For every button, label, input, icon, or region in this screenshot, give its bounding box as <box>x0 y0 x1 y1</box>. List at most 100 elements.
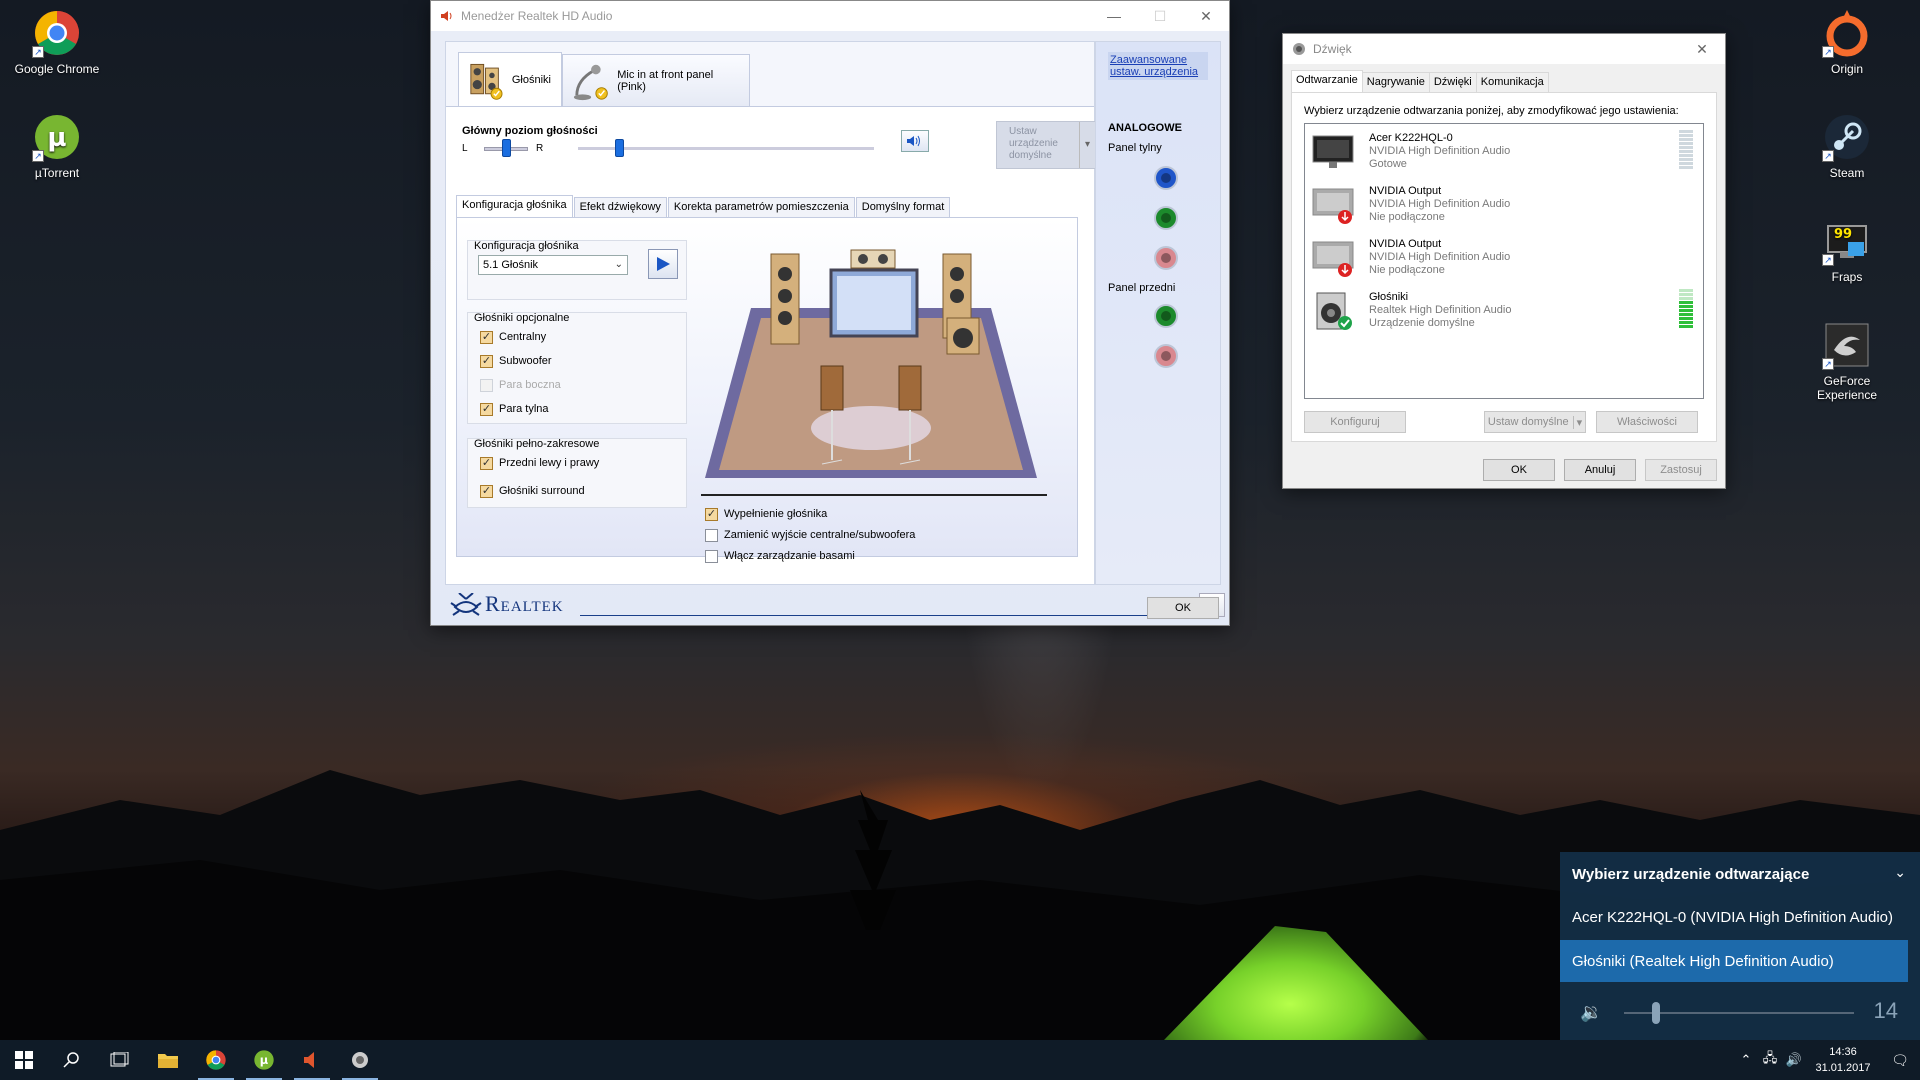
playback-device-list: Acer K222HQL-0 NVIDIA High Definition Au… <box>1304 123 1704 399</box>
checkbox-para-tylna[interactable]: ✓ Para tylna <box>480 401 549 417</box>
device-name: Głośniki <box>1369 291 1409 303</box>
speaker-default-icon <box>1316 292 1352 330</box>
flyout-item-glosniki[interactable]: Głośniki (Realtek High Definition Audio) <box>1560 940 1908 982</box>
speaker-volume-icon[interactable]: 🔉 <box>1580 1002 1602 1023</box>
microphone-device-icon <box>573 64 608 100</box>
maximize-button[interactable]: ☐ <box>1137 1 1183 31</box>
task-view-button[interactable] <box>96 1040 144 1080</box>
taskbar-realtek[interactable] <box>288 1040 336 1080</box>
start-button[interactable] <box>0 1040 48 1080</box>
desktop-icon-origin[interactable]: ↗ Origin <box>1802 8 1892 76</box>
desktop-icon-steam[interactable]: ↗ Steam <box>1802 112 1892 180</box>
rear-jack-green[interactable] <box>1154 206 1178 230</box>
checkbox-surround[interactable]: ✓ Głośniki surround <box>480 483 585 499</box>
flyout-volume-slider[interactable] <box>1652 1002 1661 1024</box>
optional-speakers-group: Głośniki opcjonalne ✓ Centralny ✓ Subwoofe… <box>467 312 687 424</box>
volume-slider[interactable] <box>615 139 625 157</box>
rear-jack-pink[interactable] <box>1154 246 1178 270</box>
speaker-subtabs: Konfiguracja głośnika Efekt dźwiękowy Ko… <box>456 195 951 217</box>
realtek-ok-button[interactable]: OK <box>1147 597 1219 619</box>
tab-default-format[interactable]: Domyślny format <box>855 197 951 217</box>
speaker-room-illustration[interactable] <box>701 238 1041 486</box>
playback-device-flyout: Wybierz urządzenie odtwarzające ⌄ Acer K… <box>1560 852 1920 1040</box>
volume-title: Główny poziom głośności <box>462 125 598 137</box>
device-status: Gotowe <box>1369 158 1407 170</box>
flyout-item-acer[interactable]: Acer K222HQL-0 (NVIDIA High Definition A… <box>1560 896 1908 938</box>
device-item-acer[interactable]: Acer K222HQL-0 NVIDIA High Definition Au… <box>1309 128 1701 180</box>
geforce-icon: ↗ <box>1822 320 1872 370</box>
properties-button[interactable]: Właściwości <box>1596 411 1698 433</box>
balance-slider[interactable] <box>502 139 511 157</box>
close-button[interactable]: ✕ <box>1679 34 1725 64</box>
checkbox-swap-center-sub[interactable]: Zamienić wyjście centralne/subwoofera <box>705 527 915 543</box>
desktop-icon-chrome[interactable]: ↗ Google Chrome <box>12 8 102 76</box>
checkbox-para-boczna[interactable]: Para boczna <box>480 377 561 393</box>
checkbox-bass-management[interactable]: Włącz zarządzanie basami <box>705 548 855 564</box>
chevron-up-icon[interactable]: ⌃ <box>1734 1052 1758 1068</box>
speaker-config-select[interactable]: 5.1 Głośnik ⌄ <box>478 255 628 275</box>
checkbox-box <box>480 378 493 392</box>
rear-jack-blue[interactable] <box>1154 166 1178 190</box>
device-item-nvidia-1[interactable]: NVIDIA Output NVIDIA High Definition Aud… <box>1309 181 1701 233</box>
network-icon[interactable]: 🖧 <box>1758 1049 1782 1071</box>
group-title: Głośniki pełno-zakresowe <box>474 438 600 450</box>
taskbar-explorer[interactable] <box>144 1040 192 1080</box>
clock[interactable]: 14:36 31.01.2017 <box>1806 1044 1880 1076</box>
dropdown-arrow-icon: ▾ <box>1079 122 1095 168</box>
tab-mic-front[interactable]: Mic in at front panel (Pink) <box>562 54 750 106</box>
desktop-icon-geforce[interactable]: ↗ GeForce Experience <box>1802 320 1892 402</box>
set-default-button[interactable]: Ustaw domyślne ▾ <box>1484 411 1586 433</box>
checkbox-label: Głośniki surround <box>499 485 585 497</box>
tab-speaker-config[interactable]: Konfiguracja głośnika <box>456 195 573 217</box>
origin-icon: ↗ <box>1822 8 1872 58</box>
taskbar-chrome[interactable] <box>192 1040 240 1080</box>
set-default-device-button[interactable]: Ustaw urządzenie domyślne ▾ <box>996 121 1096 169</box>
sound-cancel-button[interactable]: Anuluj <box>1564 459 1636 481</box>
tab-recording[interactable]: Nagrywanie <box>1361 72 1430 92</box>
sound-apply-button[interactable]: Zastosuj <box>1645 459 1717 481</box>
rear-panel-label: Panel tylny <box>1108 142 1162 154</box>
checkbox-box: ✓ <box>705 507 718 521</box>
tab-sound-effect[interactable]: Efekt dźwiękowy <box>573 197 667 217</box>
desktop-icon-fraps[interactable]: 99 ↗ Fraps <box>1802 216 1892 284</box>
mute-button[interactable] <box>901 130 929 152</box>
front-panel-label: Panel przedni <box>1108 282 1176 294</box>
chrome-icon <box>206 1050 226 1070</box>
configure-button[interactable]: Konfiguruj <box>1304 411 1406 433</box>
device-item-glosniki[interactable]: Głośniki Realtek High Definition Audio U… <box>1309 287 1701 339</box>
volume-level-meter <box>1679 289 1693 331</box>
taskbar-sound[interactable] <box>336 1040 384 1080</box>
close-button[interactable]: ✕ <box>1183 1 1229 31</box>
sound-window: Dźwięk ✕ Odtwarzanie Nagrywanie Dźwięki … <box>1282 33 1726 489</box>
sound-ok-button[interactable]: OK <box>1483 459 1555 481</box>
checkbox-label: Włącz zarządzanie basami <box>724 550 855 562</box>
tab-glosniki[interactable]: Głośniki <box>458 52 562 106</box>
realtek-titlebar[interactable]: Menedżer Realtek HD Audio — ☐ ✕ <box>431 1 1229 31</box>
checkbox-centralny[interactable]: ✓ Centralny <box>480 329 546 345</box>
device-driver: NVIDIA High Definition Audio <box>1369 251 1511 263</box>
tab-playback[interactable]: Odtwarzanie <box>1291 70 1363 92</box>
sound-tabs: Odtwarzanie Nagrywanie Dźwięki Komunikac… <box>1291 70 1549 92</box>
realtek-window: Menedżer Realtek HD Audio — ☐ ✕ Głośniki… <box>430 0 1230 626</box>
tab-sounds[interactable]: Dźwięki <box>1428 72 1477 92</box>
play-test-button[interactable] <box>648 249 678 279</box>
action-center-icon[interactable]: 🗨 <box>1880 1052 1920 1069</box>
front-jack-pink[interactable] <box>1154 344 1178 368</box>
taskbar-utorrent[interactable]: µ <box>240 1040 288 1080</box>
search-button[interactable] <box>48 1040 96 1080</box>
volume-icon[interactable]: 🔊 <box>1782 1052 1806 1068</box>
advanced-settings-link[interactable]: Zaawansowane ustaw. urządzenia <box>1108 52 1208 80</box>
checkbox-speaker-fill[interactable]: ✓ Wypełnienie głośnika <box>705 506 827 522</box>
chevron-down-icon[interactable]: ⌄ <box>1894 864 1906 881</box>
checkbox-front-lr[interactable]: ✓ Przedni lewy i prawy <box>480 455 599 471</box>
tab-room-correction[interactable]: Korekta parametrów pomieszczenia <box>667 197 855 217</box>
minimize-button[interactable]: — <box>1091 1 1137 31</box>
checkbox-subwoofer[interactable]: ✓ Subwoofer <box>480 353 552 369</box>
tab-communication[interactable]: Komunikacja <box>1475 72 1549 92</box>
desktop-icon-utorrent[interactable]: µ ↗ µTorrent <box>12 112 102 180</box>
steam-icon: ↗ <box>1822 112 1872 162</box>
front-jack-green[interactable] <box>1154 304 1178 328</box>
device-name: NVIDIA Output <box>1369 185 1442 197</box>
sound-titlebar[interactable]: Dźwięk ✕ <box>1283 34 1725 64</box>
device-item-nvidia-2[interactable]: NVIDIA Output NVIDIA High Definition Aud… <box>1309 234 1701 286</box>
